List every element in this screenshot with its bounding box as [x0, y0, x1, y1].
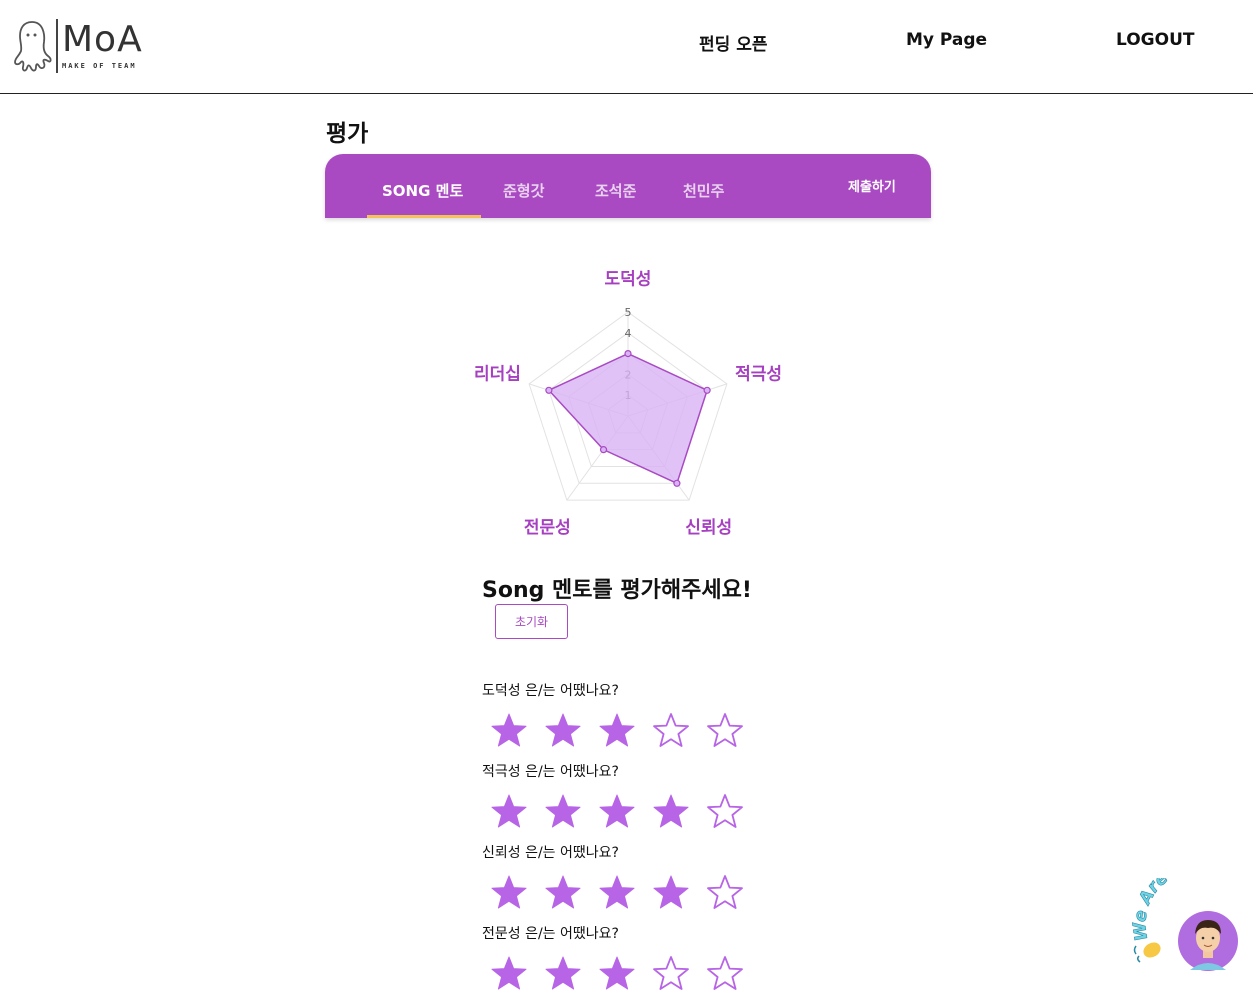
- star-filled-icon[interactable]: [544, 712, 584, 748]
- star-rating: [490, 712, 760, 748]
- star-filled-icon[interactable]: [652, 793, 692, 829]
- star-outline-icon[interactable]: [706, 874, 746, 910]
- reset-button[interactable]: 초기화: [495, 604, 568, 639]
- page-title: 평가: [326, 121, 369, 147]
- radar-point: [545, 386, 553, 394]
- radar-point: [703, 386, 711, 394]
- star-filled-icon[interactable]: [652, 874, 692, 910]
- star-filled-icon[interactable]: [490, 955, 530, 991]
- star-rating: [490, 793, 760, 829]
- tab-song-mentor[interactable]: SONG 멘토: [382, 180, 463, 201]
- star-filled-icon[interactable]: [598, 793, 638, 829]
- evaluation-heading: Song 멘토를 평가해주세요!: [482, 578, 752, 603]
- star-filled-icon[interactable]: [490, 712, 530, 748]
- radar-tick-label: 4: [625, 327, 632, 340]
- tab-joseokjun[interactable]: 조석준: [595, 180, 636, 201]
- rating-question-label: 전문성 은/는 어땠나요?: [482, 926, 619, 942]
- star-filled-icon[interactable]: [490, 793, 530, 829]
- star-filled-icon[interactable]: [544, 874, 584, 910]
- radar-point: [673, 479, 681, 487]
- nav-logout[interactable]: LOGOUT: [1116, 30, 1194, 50]
- radar-axis-label: 적극성: [735, 365, 782, 385]
- tab-junhyeong[interactable]: 준형갓: [503, 180, 544, 201]
- star-outline-icon[interactable]: [706, 712, 746, 748]
- logo-word: MoA: [62, 19, 143, 60]
- radar-axis-label: 신뢰성: [685, 518, 732, 538]
- rating-question-label: 적극성 은/는 어땠나요?: [482, 764, 619, 780]
- star-filled-icon[interactable]: [598, 874, 638, 910]
- star-filled-icon[interactable]: [544, 793, 584, 829]
- waving-hand-icon: [1133, 942, 1161, 963]
- radar-point: [599, 446, 608, 454]
- radar-axis-label: 전문성: [524, 518, 571, 538]
- star-outline-icon[interactable]: [706, 955, 746, 991]
- radar-chart: 1245도덕성적극성신뢰성전문성리더십: [474, 270, 782, 538]
- logo-subtitle: MAKE OF TEAM: [62, 62, 137, 70]
- radar-axis-label: 리더십: [474, 365, 521, 385]
- star-filled-icon[interactable]: [490, 874, 530, 910]
- star-outline-icon[interactable]: [652, 712, 692, 748]
- star-filled-icon[interactable]: [598, 712, 638, 748]
- moa-logo[interactable]: MoA MAKE OF TEAM: [12, 18, 143, 74]
- nav-funding-open[interactable]: 펀딩 오픈: [699, 30, 767, 55]
- ghost-icon: [14, 21, 52, 72]
- avatar-icon: [1178, 911, 1238, 971]
- star-outline-icon[interactable]: [706, 793, 746, 829]
- logo-divider: [56, 19, 58, 73]
- top-header: MoA MAKE OF TEAM 펀딩 오픈 My Page LOGOUT: [0, 0, 1253, 94]
- radar-axis-label: 도덕성: [605, 270, 652, 290]
- star-filled-icon[interactable]: [598, 955, 638, 991]
- radar-point: [624, 349, 632, 358]
- rating-question-label: 신뢰성 은/는 어땠나요?: [482, 845, 619, 861]
- star-rating: [490, 955, 760, 991]
- radar-tick-label: 5: [625, 306, 632, 319]
- we-are-here-badge[interactable]: We Are Here!: [1130, 878, 1253, 991]
- star-rating: [490, 874, 760, 910]
- submit-button[interactable]: 제출하기: [848, 176, 896, 195]
- star-filled-icon[interactable]: [544, 955, 584, 991]
- star-outline-icon[interactable]: [652, 955, 692, 991]
- member-tab-bar: SONG 멘토 준형갓 조석준 천민주 제출하기: [325, 154, 931, 218]
- rating-question-label: 도덕성 은/는 어땠나요?: [482, 683, 619, 699]
- tab-cheonminju[interactable]: 천민주: [683, 180, 724, 201]
- active-tab-indicator: [367, 215, 481, 218]
- nav-my-page[interactable]: My Page: [906, 30, 987, 50]
